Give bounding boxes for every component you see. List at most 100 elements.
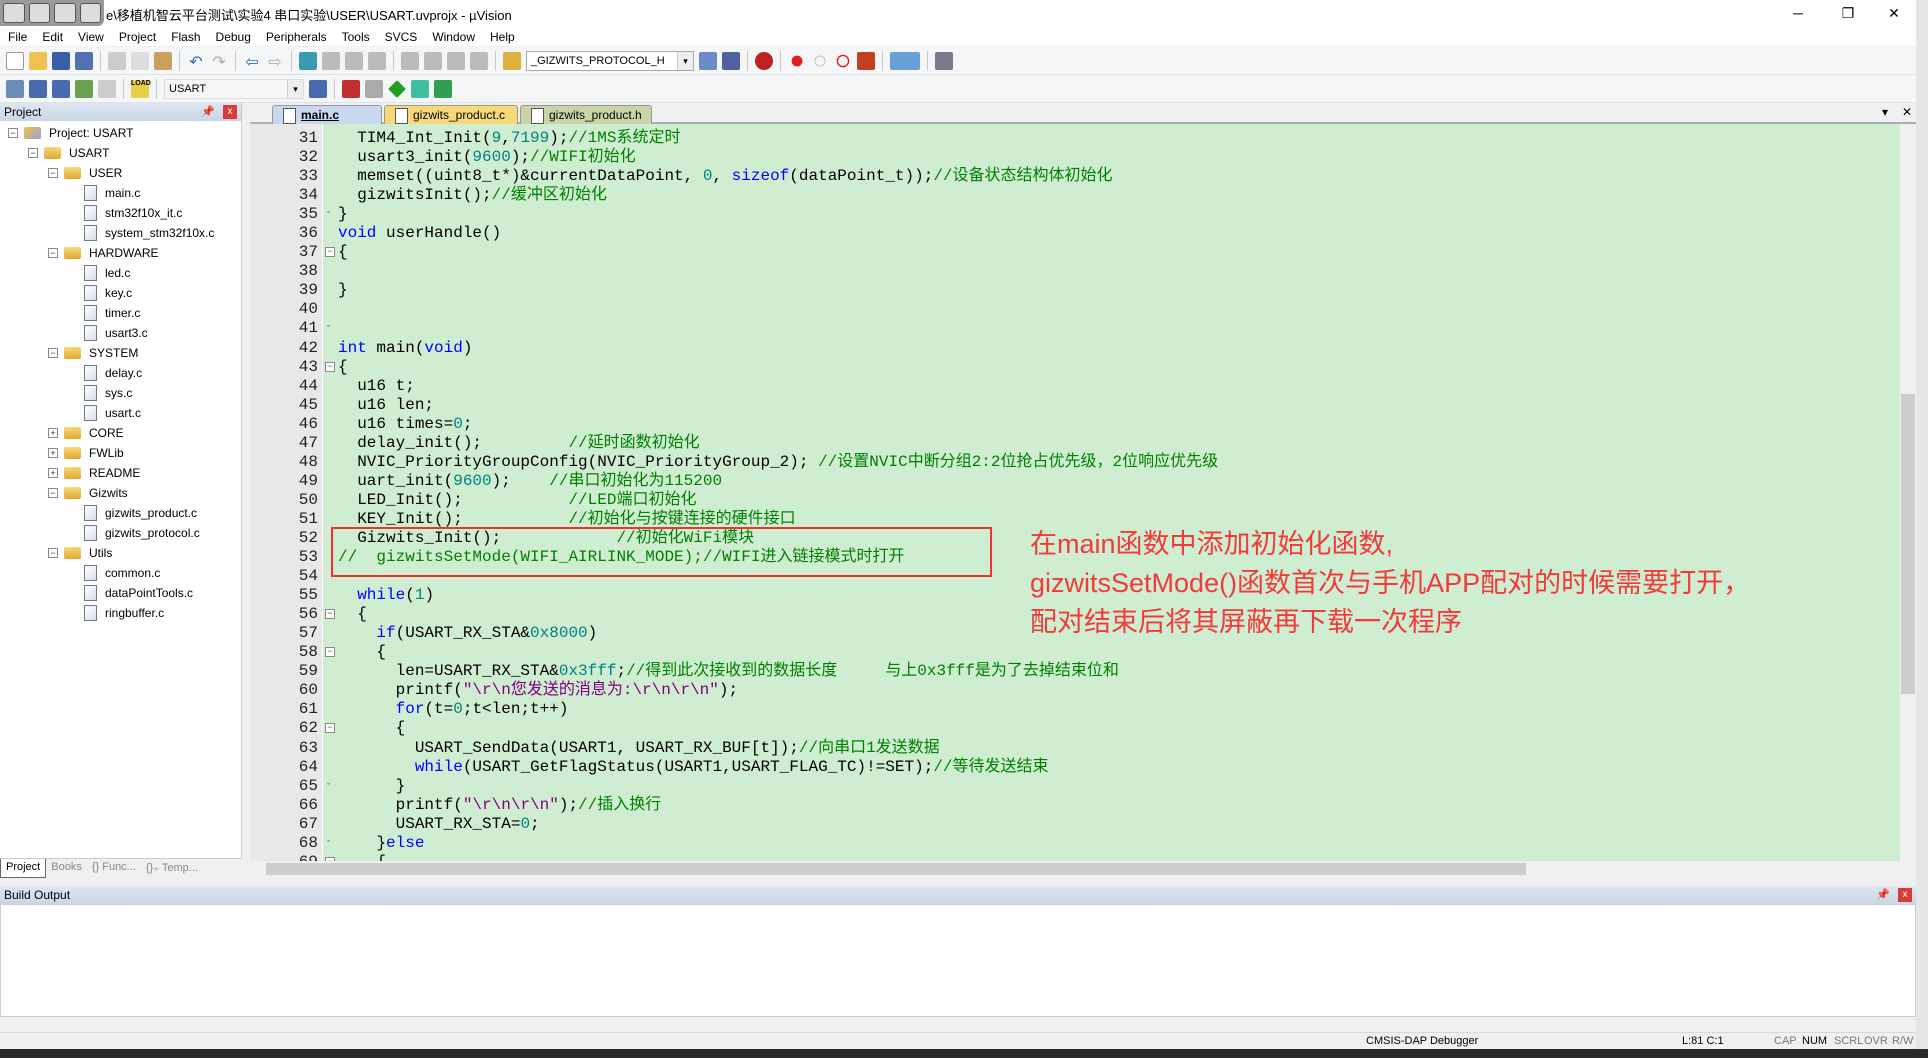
- code-line[interactable]: 61 for(t=0;t<len;t++): [250, 700, 1900, 719]
- code-line[interactable]: 65 ╴ }: [250, 777, 1900, 796]
- close-icon[interactable]: x: [223, 105, 237, 119]
- bookmark-icon[interactable]: [299, 51, 317, 70]
- code-line[interactable]: 49 uart_init(9600); //串口初始化为115200: [250, 472, 1900, 491]
- configure-icon[interactable]: [935, 51, 953, 70]
- disable-breakpoint-icon[interactable]: [814, 55, 826, 66]
- fold-toggle-icon[interactable]: −: [325, 647, 335, 658]
- prev-bookmark-icon[interactable]: [322, 51, 340, 70]
- build-output-area[interactable]: [0, 904, 1916, 1017]
- menu-help[interactable]: Help: [490, 30, 515, 44]
- code-line[interactable]: 47 delay_init(); //延时函数初始化: [250, 434, 1900, 453]
- save-all-icon[interactable]: [75, 51, 93, 70]
- collapse-icon[interactable]: −: [48, 488, 58, 498]
- tab-menu-icon[interactable]: ▾: [1882, 105, 1888, 119]
- nav-forward-icon[interactable]: ⇨: [266, 52, 284, 71]
- stop-build-icon[interactable]: [98, 79, 116, 98]
- tree-item[interactable]: main.c: [0, 183, 241, 203]
- collapse-icon[interactable]: −: [48, 168, 58, 178]
- code-editor[interactable]: 31 TIM4_Int_Init(9,7199);//1MS系统定时 32 usa…: [250, 124, 1900, 861]
- menu-debug[interactable]: Debug: [216, 30, 251, 44]
- code-line[interactable]: 68 ╴ }else: [250, 834, 1900, 853]
- tree-item[interactable]: − Project: USART: [0, 123, 241, 143]
- code-line[interactable]: 34 gizwitsInit();//缓冲区初始化: [250, 186, 1900, 205]
- tree-item[interactable]: − Gizwits: [0, 483, 241, 503]
- code-line[interactable]: 64 while(USART_GetFlagStatus(USART1,USAR…: [250, 758, 1900, 777]
- fold-toggle-icon[interactable]: −: [325, 247, 335, 258]
- expand-icon[interactable]: +: [48, 448, 58, 458]
- code-line[interactable]: 43−{: [250, 358, 1900, 377]
- find-in-files-icon[interactable]: [503, 51, 521, 70]
- menu-view[interactable]: View: [78, 30, 104, 44]
- menu-window[interactable]: Window: [432, 30, 475, 44]
- code-line[interactable]: 46 u16 times=0;: [250, 415, 1900, 434]
- collapse-icon[interactable]: −: [48, 348, 58, 358]
- code-line[interactable]: 69− {: [250, 853, 1900, 861]
- find-combo[interactable]: _GIZWITS_PROTOCOL_H ▾: [526, 50, 694, 71]
- translate-icon[interactable]: [6, 79, 24, 98]
- code-line[interactable]: 35 ╴}: [250, 205, 1900, 224]
- incremental-find-icon[interactable]: [699, 51, 717, 70]
- menu-tools[interactable]: Tools: [342, 30, 370, 44]
- build-icon[interactable]: [29, 79, 47, 98]
- code-line[interactable]: 39}: [250, 281, 1900, 300]
- code-line[interactable]: 66 printf("\r\n\r\n");//插入换行: [250, 796, 1900, 815]
- menu-project[interactable]: Project: [119, 30, 156, 44]
- code-line[interactable]: 48 NVIC_PriorityGroupConfig(NVIC_Priorit…: [250, 453, 1900, 472]
- horizontal-scrollbar[interactable]: [250, 861, 1916, 877]
- tree-item[interactable]: sys.c: [0, 383, 241, 403]
- fold-toggle-icon[interactable]: −: [325, 361, 335, 372]
- code-line[interactable]: 62− {: [250, 719, 1900, 738]
- collapse-icon[interactable]: −: [28, 148, 38, 158]
- tab-templates[interactable]: {}₊ Temp...: [141, 859, 203, 878]
- target-options-icon[interactable]: [309, 79, 327, 98]
- menu-edit[interactable]: Edit: [42, 30, 63, 44]
- tab-gizwits-product-c[interactable]: gizwits_product.c: [384, 105, 518, 124]
- expand-icon[interactable]: +: [48, 468, 58, 478]
- menu-flash[interactable]: Flash: [171, 30, 200, 44]
- uncomment-icon[interactable]: [470, 51, 488, 70]
- code-line[interactable]: 60 printf("\r\n您发送的消息为:\r\n\r\n");: [250, 681, 1900, 700]
- tree-item[interactable]: gizwits_protocol.c: [0, 523, 241, 543]
- new-file-icon[interactable]: [6, 51, 24, 70]
- tree-item[interactable]: dataPointTools.c: [0, 583, 241, 603]
- rebuild-icon[interactable]: [52, 79, 70, 98]
- tab-main-c[interactable]: main.c: [272, 105, 382, 124]
- tab-functions[interactable]: {} Func...: [87, 859, 141, 878]
- tree-item[interactable]: ringbuffer.c: [0, 603, 241, 623]
- debug-session-icon[interactable]: [722, 51, 740, 70]
- maximize-button[interactable]: ❐: [1828, 2, 1868, 24]
- close-icon[interactable]: x: [1898, 888, 1912, 902]
- tab-project[interactable]: Project: [0, 859, 47, 878]
- tree-item[interactable]: led.c: [0, 263, 241, 283]
- menu-file[interactable]: File: [8, 30, 27, 44]
- minimize-button[interactable]: ─: [1778, 2, 1818, 24]
- tree-item[interactable]: − HARDWARE: [0, 243, 241, 263]
- debug-options-icon[interactable]: [857, 51, 875, 70]
- save-icon[interactable]: [52, 51, 70, 70]
- tree-item[interactable]: delay.c: [0, 363, 241, 383]
- chevron-down-icon[interactable]: ▾: [287, 79, 303, 98]
- code-line[interactable]: 31 TIM4_Int_Init(9,7199);//1MS系统定时: [250, 129, 1900, 148]
- tree-item[interactable]: − USER: [0, 163, 241, 183]
- code-line[interactable]: 67 USART_RX_STA=0;: [250, 815, 1900, 834]
- code-line[interactable]: 33 memset((uint8_t*)&currentDataPoint, 0…: [250, 167, 1900, 186]
- kill-breakpoints-icon[interactable]: [836, 54, 850, 67]
- tree-item[interactable]: system_stm32f10x.c: [0, 223, 241, 243]
- fold-toggle-icon[interactable]: −: [325, 609, 335, 620]
- tree-item[interactable]: common.c: [0, 563, 241, 583]
- code-line[interactable]: 36 void userHandle(): [250, 224, 1900, 243]
- code-line[interactable]: 59 len=USART_RX_STA&0x3fff;//得到此次接收到的数据长…: [250, 662, 1900, 681]
- code-line[interactable]: 50 LED_Init(); //LED端口初始化: [250, 491, 1900, 510]
- scroll-thumb[interactable]: [1901, 394, 1915, 694]
- chevron-down-icon[interactable]: ▾: [677, 51, 693, 70]
- code-line[interactable]: 58− {: [250, 643, 1900, 662]
- code-line[interactable]: 32 usart3_init(9600);//WIFI初始化: [250, 148, 1900, 167]
- collapse-icon[interactable]: −: [8, 128, 18, 138]
- select-software-packs-icon[interactable]: [411, 79, 429, 98]
- undo-icon[interactable]: ↶: [187, 52, 205, 71]
- tree-item[interactable]: timer.c: [0, 303, 241, 323]
- indent-icon[interactable]: [401, 51, 419, 70]
- tree-item[interactable]: stm32f10x_it.c: [0, 203, 241, 223]
- tree-item[interactable]: + README: [0, 463, 241, 483]
- tab-gizwits-product-h[interactable]: gizwits_product.h: [520, 105, 652, 124]
